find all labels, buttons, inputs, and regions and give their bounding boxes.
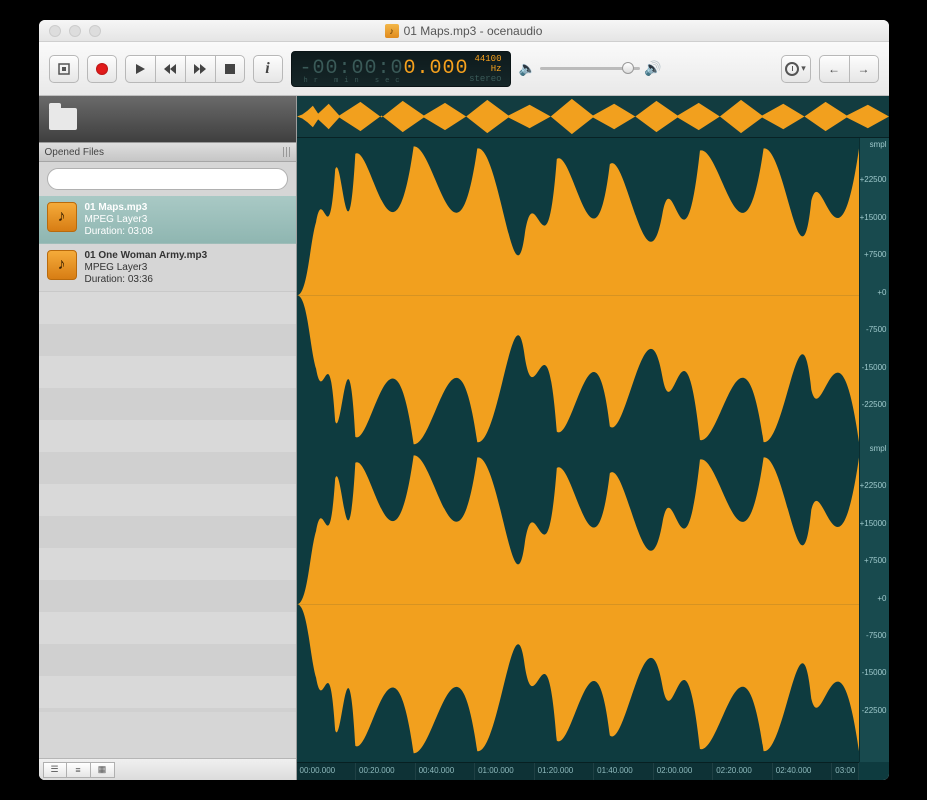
volume-max-icon[interactable]: 🔊 [644, 60, 661, 77]
history-button[interactable]: ▾ [781, 55, 811, 83]
audio-file-icon: ♪ [47, 202, 77, 232]
waveform-pane: 🔍 [297, 96, 889, 780]
timeline-tick: 02:40.000 [773, 763, 833, 780]
volume-mute-icon[interactable]: 🔈 [519, 60, 536, 77]
time-display[interactable]: -00:00:00.000 hr min sec 44100 Hz stereo [291, 51, 511, 87]
audio-file-icon: ♪ [47, 250, 77, 280]
channel-mode: stereo [469, 74, 502, 84]
time-value: 0.000 [404, 57, 469, 80]
amp-tick: -22500 [858, 400, 887, 409]
sidebar-footer: ☰ ≡ ▦ [39, 758, 296, 780]
sidebar-section-label: Opened Files [45, 147, 104, 158]
search-row: Q [39, 162, 296, 196]
window-title: ♪ 01 Maps.mp3 - ocenaudio [39, 24, 889, 38]
amp-tick: -15000 [858, 668, 887, 677]
record-button[interactable] [87, 55, 117, 83]
amp-tick: +22500 [858, 175, 887, 184]
folder-icon[interactable] [49, 108, 77, 130]
timeline-tick: 02:00.000 [654, 763, 714, 780]
overview-waveform [297, 96, 889, 137]
amp-tick: +15000 [858, 213, 887, 222]
amp-tick: +7500 [858, 556, 887, 565]
time-format-info: 44100 Hz stereo [469, 54, 502, 84]
transport-group [125, 55, 245, 83]
amp-tick: +0 [858, 288, 887, 297]
file-item[interactable]: ♪ 01 One Woman Army.mp3 MPEG Layer3 Dura… [39, 244, 296, 292]
file-meta: 01 Maps.mp3 MPEG Layer3 Duration: 03:08 [85, 202, 153, 237]
titlebar: ♪ 01 Maps.mp3 - ocenaudio [39, 20, 889, 42]
timeline-tick: 01:20.000 [535, 763, 595, 780]
amp-tick: -22500 [858, 706, 887, 715]
view-compact-button[interactable]: ≡ [67, 762, 91, 778]
amp-tick: +22500 [858, 481, 887, 490]
volume-slider[interactable] [540, 67, 640, 70]
amp-tick: -15000 [858, 363, 887, 372]
app-window: ♪ 01 Maps.mp3 - ocenaudio i -00:00:00.00… [39, 20, 889, 780]
timeline-tick: 00:20.000 [356, 763, 416, 780]
amp-tick: +15000 [858, 519, 887, 528]
waveform-channel-right[interactable] [297, 447, 859, 762]
amp-tick: +0 [858, 594, 887, 603]
main-area: Opened Files Q ♪ 01 Maps.mp3 MPEG Layer3… [39, 96, 889, 780]
view-grid-button[interactable]: ▦ [91, 762, 115, 778]
file-duration: Duration: 03:08 [85, 226, 153, 237]
info-button[interactable]: i [253, 55, 283, 83]
play-button[interactable] [125, 55, 155, 83]
waveform-overview[interactable] [297, 96, 889, 138]
forward-button[interactable]: → [849, 55, 879, 83]
clock-icon [785, 62, 799, 76]
document-icon: ♪ [385, 24, 399, 38]
file-meta: 01 One Woman Army.mp3 MPEG Layer3 Durati… [85, 250, 208, 285]
amp-tick: -7500 [858, 325, 887, 334]
stop-square-button[interactable] [49, 55, 79, 83]
amp-tick: -7500 [858, 631, 887, 640]
toolbar: i -00:00:00.000 hr min sec 44100 Hz ster… [39, 42, 889, 96]
timeline-tick: 02:20.000 [713, 763, 773, 780]
timeline-ruler[interactable]: 00:00.000 00:20.000 00:40.000 01:00.000 … [297, 762, 859, 780]
timeline-tick: 00:00.000 [297, 763, 357, 780]
volume-control: 🔈 🔊 [519, 60, 662, 77]
chevron-down-icon: ▾ [801, 63, 806, 74]
sample-rate: 44100 Hz [469, 54, 502, 74]
file-list-empty-area [39, 292, 296, 712]
file-format: MPEG Layer3 [85, 262, 208, 273]
amp-tick: +7500 [858, 250, 887, 259]
sidebar-section-header: Opened Files [39, 142, 296, 162]
file-name: 01 One Woman Army.mp3 [85, 250, 208, 261]
amplitude-unit: smpl [870, 444, 887, 453]
file-list: ♪ 01 Maps.mp3 MPEG Layer3 Duration: 03:0… [39, 196, 296, 758]
sidebar-grip-icon[interactable] [283, 147, 290, 157]
waveform-body[interactable]: 🔍 [297, 138, 889, 780]
file-duration: Duration: 03:36 [85, 274, 208, 285]
time-unit-labels: hr min sec [304, 77, 406, 85]
waveform-channel-left[interactable] [297, 138, 859, 453]
stop-button[interactable] [215, 55, 245, 83]
file-name: 01 Maps.mp3 [85, 202, 153, 213]
sidebar: Opened Files Q ♪ 01 Maps.mp3 MPEG Layer3… [39, 96, 297, 780]
timeline-tick: 03:00 [832, 763, 858, 780]
sidebar-header [39, 96, 296, 142]
view-list-button[interactable]: ☰ [43, 762, 67, 778]
back-button[interactable]: ← [819, 55, 849, 83]
file-format: MPEG Layer3 [85, 214, 153, 225]
timeline-tick: 01:40.000 [594, 763, 654, 780]
search-input[interactable] [47, 168, 288, 190]
timeline-tick: 00:40.000 [416, 763, 476, 780]
file-item[interactable]: ♪ 01 Maps.mp3 MPEG Layer3 Duration: 03:0… [39, 196, 296, 244]
fast-forward-button[interactable] [185, 55, 215, 83]
nav-group: ← → [819, 55, 879, 83]
rewind-button[interactable] [155, 55, 185, 83]
window-title-text: 01 Maps.mp3 - ocenaudio [404, 24, 543, 38]
timeline-tick: 01:00.000 [475, 763, 535, 780]
volume-knob[interactable] [622, 62, 634, 74]
amplitude-unit: smpl [870, 140, 887, 149]
amplitude-scale: smpl +22500 +15000 +7500 +0 -7500 -15000… [859, 138, 889, 762]
